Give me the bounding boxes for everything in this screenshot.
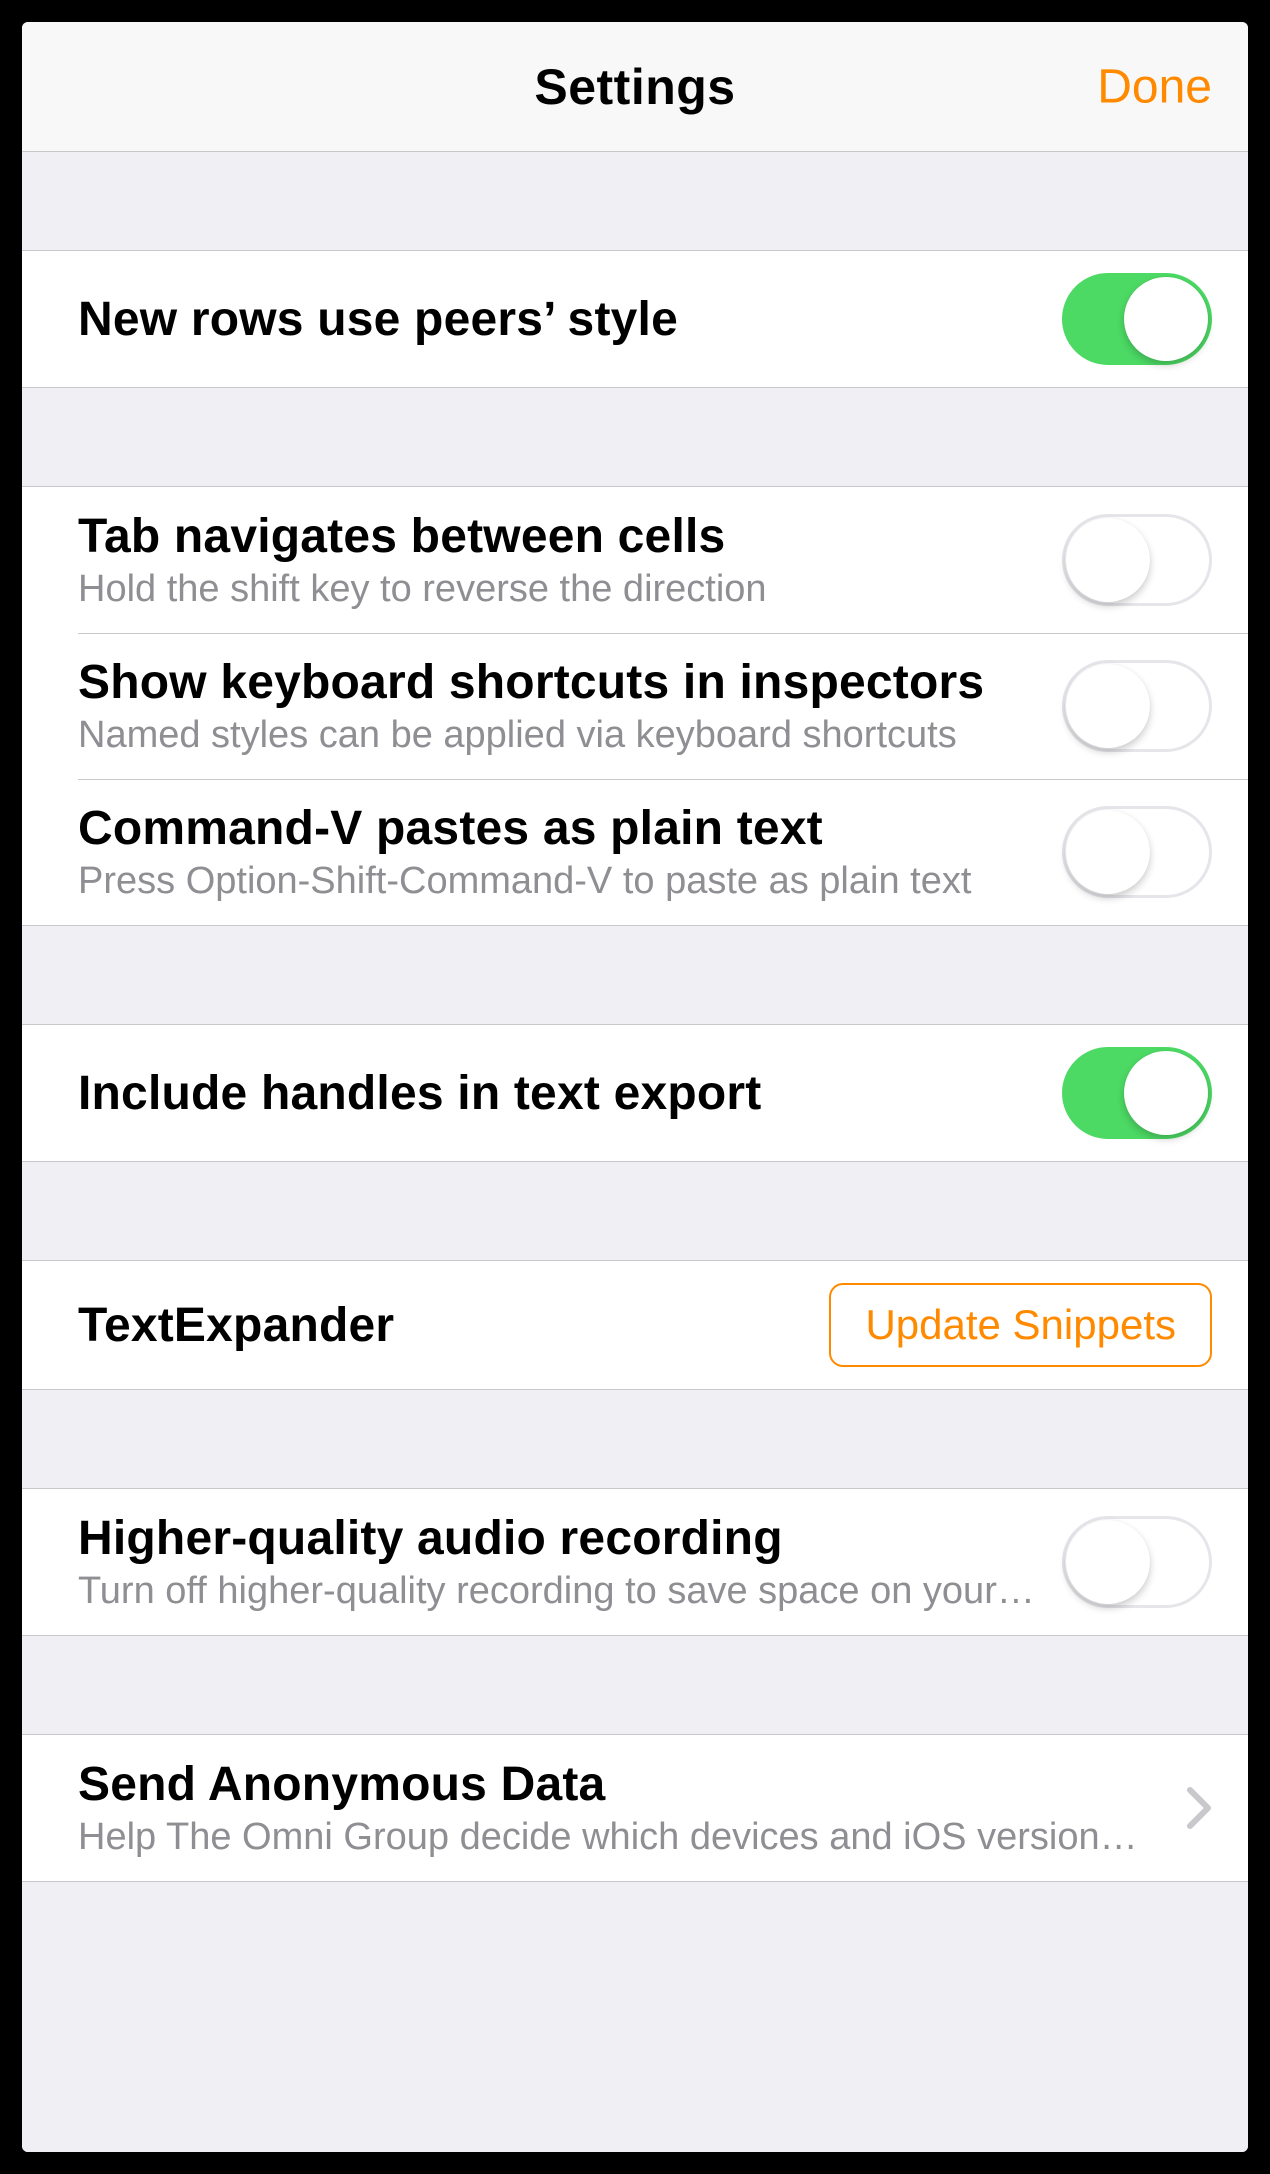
toggle-audio-quality[interactable]: [1062, 1516, 1212, 1608]
row-title: Command-V pastes as plain text: [78, 801, 1038, 856]
chevron-right-icon: [1186, 1786, 1212, 1830]
update-snippets-button[interactable]: Update Snippets: [829, 1283, 1212, 1367]
group-gap: [22, 152, 1248, 250]
row-text: Command-V pastes as plain text Press Opt…: [78, 801, 1062, 903]
row-audio-quality: Higher-quality audio recording Turn off …: [22, 1489, 1248, 1635]
toggle-tab-navigates[interactable]: [1062, 514, 1212, 606]
settings-screen: Settings Done New rows use peers’ style …: [22, 22, 1248, 2152]
toggle-knob: [1066, 518, 1150, 602]
group-anonymous-data: Send Anonymous Data Help The Omni Group …: [22, 1734, 1248, 1882]
row-keyboard-shortcuts: Show keyboard shortcuts in inspectors Na…: [22, 633, 1248, 779]
row-text: Send Anonymous Data Help The Omni Group …: [78, 1757, 1174, 1859]
row-title: New rows use peers’ style: [78, 292, 1038, 347]
row-textexpander: TextExpander Update Snippets: [22, 1261, 1248, 1389]
navbar: Settings Done: [22, 22, 1248, 152]
done-button[interactable]: Done: [1097, 59, 1212, 114]
row-tab-navigates: Tab navigates between cells Hold the shi…: [22, 487, 1248, 633]
row-handles-text-export: Include handles in text export: [22, 1025, 1248, 1161]
toggle-new-rows-peers-style[interactable]: [1062, 273, 1212, 365]
row-title: Higher-quality audio recording: [78, 1511, 1038, 1566]
row-text: Tab navigates between cells Hold the shi…: [78, 509, 1062, 611]
toggle-keyboard-shortcuts[interactable]: [1062, 660, 1212, 752]
row-command-v-plain-text: Command-V pastes as plain text Press Opt…: [22, 779, 1248, 925]
settings-content[interactable]: New rows use peers’ style Tab navigates …: [22, 152, 1248, 2152]
group-gap: [22, 1162, 1248, 1260]
group-textexpander: TextExpander Update Snippets: [22, 1260, 1248, 1390]
row-subtitle: Help The Omni Group decide which devices…: [78, 1816, 1150, 1859]
row-title: Show keyboard shortcuts in inspectors: [78, 655, 1038, 710]
group-audio: Higher-quality audio recording Turn off …: [22, 1488, 1248, 1636]
row-new-rows-peers-style: New rows use peers’ style: [22, 251, 1248, 387]
row-title: Tab navigates between cells: [78, 509, 1038, 564]
row-subtitle: Hold the shift key to reverse the direct…: [78, 568, 1038, 611]
group-keyboard: Tab navigates between cells Hold the shi…: [22, 486, 1248, 926]
toggle-knob: [1066, 664, 1150, 748]
row-text: New rows use peers’ style: [78, 292, 1062, 347]
toggle-knob: [1066, 1520, 1150, 1604]
row-title: Send Anonymous Data: [78, 1757, 1150, 1812]
row-text: Higher-quality audio recording Turn off …: [78, 1511, 1062, 1613]
row-send-anonymous-data[interactable]: Send Anonymous Data Help The Omni Group …: [22, 1735, 1248, 1881]
group-export: Include handles in text export: [22, 1024, 1248, 1162]
row-text: TextExpander: [78, 1298, 829, 1353]
row-title: Include handles in text export: [78, 1066, 1038, 1121]
row-subtitle: Named styles can be applied via keyboard…: [78, 714, 1038, 757]
group-gap: [22, 926, 1248, 1024]
group-gap: [22, 388, 1248, 486]
toggle-knob: [1124, 277, 1208, 361]
row-subtitle: Press Option-Shift-Command-V to paste as…: [78, 860, 1038, 903]
row-text: Include handles in text export: [78, 1066, 1062, 1121]
row-title: TextExpander: [78, 1298, 805, 1353]
row-text: Show keyboard shortcuts in inspectors Na…: [78, 655, 1062, 757]
navbar-title: Settings: [534, 58, 735, 116]
row-subtitle: Turn off higher-quality recording to sav…: [78, 1570, 1038, 1613]
toggle-handles-text-export[interactable]: [1062, 1047, 1212, 1139]
group-peers-style: New rows use peers’ style: [22, 250, 1248, 388]
group-gap: [22, 1636, 1248, 1734]
toggle-knob: [1124, 1051, 1208, 1135]
group-gap: [22, 1390, 1248, 1488]
toggle-knob: [1066, 810, 1150, 894]
toggle-command-v-plain-text[interactable]: [1062, 806, 1212, 898]
